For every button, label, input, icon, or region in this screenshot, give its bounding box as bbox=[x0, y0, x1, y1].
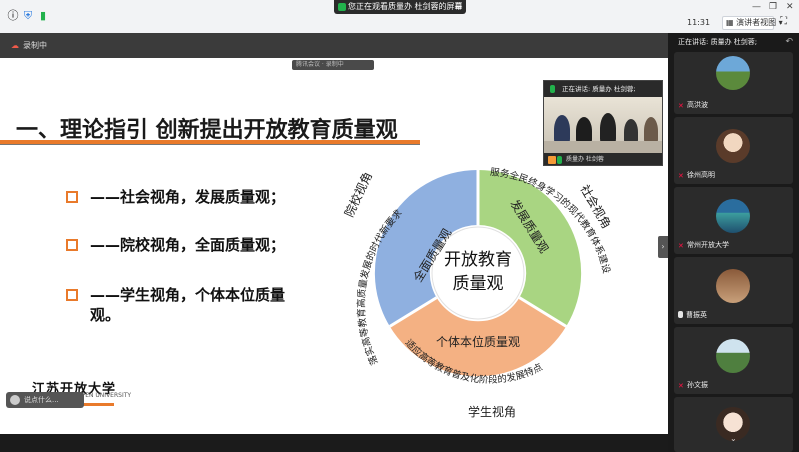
participant-tile[interactable]: ✕ 高洪波 bbox=[674, 52, 793, 114]
screen-share-text: 您正在观看质量办 杜剑蓉的屏幕 bbox=[348, 2, 463, 11]
speaker-video-header: 正在讲话: 质量办 杜剑蓉; bbox=[544, 81, 662, 97]
quality-view-diagram: 开放教育 质量观 全面质量观 发展质量观 个体本位质量观 落实高等教育高质量发展… bbox=[341, 167, 614, 419]
video-scene bbox=[544, 97, 662, 153]
bullet-box-icon bbox=[66, 239, 78, 251]
bullet-student-cont: 观。 bbox=[90, 306, 121, 324]
bullet-text: ——学生视角，个体本位质量 bbox=[90, 286, 286, 304]
mic-icon bbox=[550, 85, 555, 93]
participant-label: ✕ 常州开放大学 bbox=[678, 240, 729, 250]
bullet-text: ——社会视角，发展质量观； bbox=[90, 188, 286, 206]
speaker-name: 质量办 杜剑蓉 bbox=[566, 156, 604, 163]
avatar bbox=[716, 269, 750, 303]
cloud-record-icon: ☁ bbox=[11, 41, 19, 50]
participant-tile[interactable]: ✕ 徐州高明 bbox=[674, 117, 793, 184]
bullet-box-icon bbox=[66, 191, 78, 203]
share-status-icon bbox=[338, 3, 346, 11]
avatar bbox=[716, 199, 750, 233]
info-icon[interactable]: ⓘ bbox=[6, 9, 20, 23]
shield-icon[interactable]: ⛨ bbox=[21, 9, 35, 23]
signal-icon[interactable]: ▮ bbox=[36, 9, 50, 23]
close-icon[interactable]: ✕ bbox=[786, 2, 794, 12]
mic-off-icon: ✕ bbox=[678, 382, 684, 390]
perspective-bottom: 学生视角 bbox=[468, 404, 516, 419]
top-bar: ⓘ ⛨ ▮ 您正在观看质量办 杜剑蓉的屏幕 ☰ — ❐ ✕ 11:31 ▦ 演讲… bbox=[0, 0, 799, 33]
chat-chip-text: 说点什么... bbox=[24, 396, 59, 404]
mic-off-icon: ✕ bbox=[678, 102, 684, 110]
participant-label: 曹振英 bbox=[678, 310, 707, 320]
participant-name: 曹振英 bbox=[686, 311, 707, 319]
participant-tile[interactable]: ✕ 常州开放大学 bbox=[674, 187, 793, 254]
fullscreen-icon[interactable]: ⛶ bbox=[780, 16, 787, 27]
perspective-left: 院校视角 bbox=[341, 169, 375, 219]
speaking-text: 正在讲话: 质量办 杜剑蓉; bbox=[562, 85, 636, 93]
bullet-text: ——院校视角，全面质量观； bbox=[90, 236, 286, 254]
mic-icon bbox=[557, 156, 562, 164]
meeting-tag: 腾讯会议 · 录制中 bbox=[292, 60, 374, 70]
bullet-social: ——社会视角，发展质量观； bbox=[66, 186, 285, 208]
mic-icon bbox=[678, 311, 683, 318]
table bbox=[544, 141, 662, 153]
recording-bar: ☁ 录制中 bbox=[0, 33, 668, 58]
person-icon bbox=[548, 156, 556, 164]
bottom-bar bbox=[0, 434, 668, 452]
participant-tile[interactable]: ✕ 孙文振 bbox=[674, 327, 793, 394]
panel-header-text: 正在讲话: 质量办 杜剑蓉; bbox=[678, 38, 758, 46]
speaker-video-footer: 质量办 杜剑蓉 bbox=[544, 153, 662, 165]
avatar bbox=[716, 56, 750, 90]
mic-off-icon: ✕ bbox=[678, 172, 684, 180]
speaker-video[interactable]: 正在讲话: 质量办 杜剑蓉; 质量办 杜剑蓉 bbox=[543, 80, 663, 166]
bullet-box-icon bbox=[66, 289, 78, 301]
participant-tile[interactable]: 曹振英 bbox=[674, 257, 793, 324]
panel-header: 正在讲话: 质量办 杜剑蓉; ↶ bbox=[668, 33, 799, 51]
participant-label: ✕ 孙文振 bbox=[678, 380, 708, 390]
title-underline-thin bbox=[0, 144, 420, 145]
chat-icon bbox=[10, 395, 20, 405]
bullet-student: ——学生视角，个体本位质量 bbox=[66, 284, 285, 306]
center-text-line1: 开放教育 bbox=[444, 250, 512, 270]
collapse-panel-button[interactable]: › bbox=[658, 236, 668, 258]
chevron-down-icon[interactable]: ⌄ bbox=[730, 434, 737, 443]
restore-icon[interactable]: ❐ bbox=[769, 2, 777, 12]
chat-input-chip[interactable]: 说点什么... bbox=[6, 392, 84, 408]
mic-off-icon: ✕ bbox=[678, 242, 684, 250]
recording-indicator[interactable]: ☁ 录制中 bbox=[11, 40, 47, 51]
minimize-icon[interactable]: — bbox=[752, 2, 761, 12]
more-icon[interactable]: ☰ bbox=[455, 0, 462, 14]
clock: 11:31 bbox=[687, 18, 711, 27]
participant-label: ✕ 高洪波 bbox=[678, 100, 708, 110]
recording-label: 录制中 bbox=[23, 41, 47, 50]
back-arrow-icon[interactable]: ↶ bbox=[785, 33, 793, 51]
participant-name: 徐州高明 bbox=[687, 171, 715, 179]
screen-share-banner: 您正在观看质量办 杜剑蓉的屏幕 ☰ bbox=[334, 0, 466, 14]
participant-label: ✕ 徐州高明 bbox=[678, 170, 715, 180]
avatar bbox=[716, 339, 750, 373]
avatar bbox=[716, 129, 750, 163]
view-mode-label: 演讲者视图 bbox=[736, 18, 777, 27]
participant-name: 常州开放大学 bbox=[687, 241, 729, 249]
center-text-line2: 质量观 bbox=[453, 274, 504, 294]
participant-tile[interactable] bbox=[674, 397, 793, 452]
bullet-institution: ——院校视角，全面质量观； bbox=[66, 234, 285, 256]
participant-panel: 正在讲话: 质量办 杜剑蓉; ↶ ✕ 高洪波 ✕ 徐州高明 ✕ 常州开放大学 曹振英 … bbox=[668, 33, 799, 452]
view-mode-button[interactable]: ▦ 演讲者视图 ▾ bbox=[722, 16, 783, 30]
segment-label-individual: 个体本位质量观 bbox=[436, 334, 520, 349]
participant-name: 高洪波 bbox=[687, 101, 708, 109]
participant-name: 孙文振 bbox=[687, 381, 708, 389]
